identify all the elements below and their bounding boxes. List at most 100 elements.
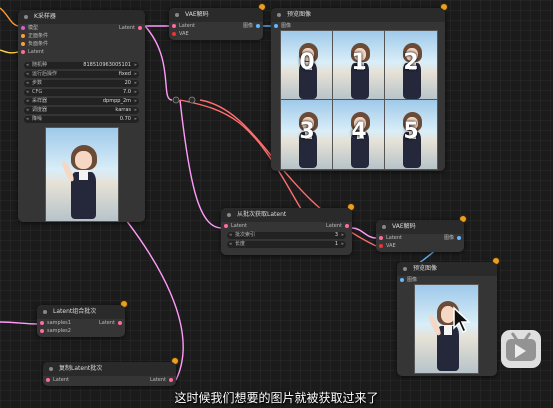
conditioning-pin-icon[interactable] [21,42,25,46]
preview-top-input-image[interactable]: 图像 [271,22,445,30]
collapse-dot-icon[interactable] [382,225,386,229]
latent-from-batch-header[interactable]: 从批次获取Latent [221,208,352,222]
collapse-dot-icon[interactable] [24,15,28,19]
vae-top-input-latent[interactable]: Latent [169,22,205,30]
preview-thumb-0[interactable]: 0 [280,30,334,101]
vae-decode-top-header[interactable]: VAE解码 [169,8,263,22]
latent-combine-title: Latent组合批次 [53,308,97,315]
latent-repeat-node[interactable]: 复制Latent批次 Latent Latent [43,358,178,386]
latent-pin-icon[interactable] [138,26,142,30]
from-batch-output-latent[interactable]: Latent [316,222,352,230]
collapse-dot-icon[interactable] [175,13,179,17]
latent-pin-icon[interactable] [21,50,25,54]
preview-thumb-1[interactable]: 1 [332,30,386,101]
latent-pin-icon[interactable] [345,224,349,228]
vae-top-output-image[interactable]: 图像 [233,22,263,30]
mouse-cursor-icon [453,306,471,334]
latent-from-batch-title: 从批次获取Latent [237,211,287,218]
ksampler-widget-steps[interactable]: 步数20 [24,80,139,87]
latent-pin-icon[interactable] [172,24,176,28]
from-batch-widget-length[interactable]: 长度1 [227,241,346,248]
vae-decode-top-node[interactable]: VAE解码 Latent VAE 图像 [169,4,265,40]
wire-combine-left [0,321,39,325]
ksampler-input-negative[interactable]: 负面条件 [18,40,58,48]
wire-frombatch-to-vae [351,227,377,239]
combine-input-samples2[interactable]: samples2 [37,327,81,335]
preview-top-header[interactable]: 预览图像 [271,8,445,22]
conditioning-pin-icon[interactable] [21,34,25,38]
vae-mid-input-vae[interactable]: VAE [376,242,406,250]
reroute-node-2 [188,96,196,104]
collapse-dot-icon[interactable] [227,213,231,217]
thumb-index: 2 [403,50,419,76]
wire-ksampler-to-reroute [144,25,173,101]
latent-repeat-title: 复制Latent批次 [59,365,103,372]
combine-input-samples1[interactable]: samples1 [37,319,81,327]
preview-mid-header[interactable]: 预览图像 [397,262,497,276]
latent-from-batch-node[interactable]: 从批次获取Latent Latent Latent 批次索引3 长度1 [221,204,354,255]
preview-mid-node[interactable]: 预览图像 图像 [397,258,499,376]
preview-mid-input-image[interactable]: 图像 [397,276,497,284]
preview-thumb-2[interactable]: 2 [384,30,438,101]
ksampler-widget-cfg[interactable]: CFG7.0 [24,89,139,96]
preview-thumb-4[interactable]: 4 [332,99,386,170]
collapse-dot-icon[interactable] [277,13,281,17]
vae-mid-input-latent[interactable]: Latent [376,234,412,242]
wire-left-yellow [0,49,19,54]
collapse-dot-icon[interactable] [403,267,407,271]
wire-left-orange [0,7,19,27]
ksampler-input-latent[interactable]: Latent [18,48,54,56]
vae-decode-mid-header[interactable]: VAE解码 [376,220,464,234]
preview-mid-title: 预览图像 [413,265,438,272]
latent-combine-node[interactable]: Latent组合批次 samples1 samples2 Latent [37,301,127,337]
ksampler-widget-control[interactable]: 运行后操作fixed [24,71,139,78]
combine-output-latent[interactable]: Latent [89,319,125,327]
image-pin-icon[interactable] [457,236,461,240]
model-pin-icon[interactable] [21,26,25,30]
ksampler-title: K采样器 [34,13,56,20]
vae-mid-output-image[interactable]: 图像 [434,234,464,242]
collapse-dot-icon[interactable] [43,310,47,314]
latent-combine-header[interactable]: Latent组合批次 [37,305,125,319]
wire-reroute-to-frombatch [179,99,223,229]
thumb-index: 5 [403,119,419,145]
latent-pin-icon[interactable] [40,321,44,325]
vae-pin-icon[interactable] [172,32,176,36]
image-pin-icon[interactable] [400,278,404,282]
vae-decode-mid-title: VAE解码 [392,223,416,230]
ksampler-widget-denoise[interactable]: 降噪0.70 [24,116,139,123]
repeat-output-latent[interactable]: Latent [140,376,176,384]
thumb-index: 3 [299,119,315,145]
preview-thumb-3[interactable]: 3 [280,99,334,170]
ksampler-output-latent[interactable]: Latent [109,24,145,32]
ksampler-widget-seed[interactable]: 随机种818510963005101 [24,62,139,69]
from-batch-input-latent[interactable]: Latent [221,222,257,230]
vae-decode-top-title: VAE解码 [185,11,209,18]
latent-pin-icon[interactable] [118,321,122,325]
vae-pin-icon[interactable] [379,244,383,248]
latent-repeat-header[interactable]: 复制Latent批次 [43,362,176,376]
preview-top-node[interactable]: 预览图像 图像 0 1 2 3 4 5 [271,4,447,171]
anime-girl-image [60,144,100,220]
latent-pin-icon[interactable] [40,329,44,333]
ksampler-preview-image [45,127,119,222]
image-pin-icon[interactable] [256,24,260,28]
ksampler-input-positive[interactable]: 正面条件 [18,32,58,40]
latent-pin-icon[interactable] [169,378,173,382]
wire-ksampler-to-repeat [109,199,184,381]
ksampler-widget-sampler[interactable]: 采样器dpmpp_2m [24,98,139,105]
latent-pin-icon[interactable] [379,236,383,240]
collapse-dot-icon[interactable] [49,367,53,371]
vae-top-input-vae[interactable]: VAE [169,30,199,38]
from-batch-widget-index[interactable]: 批次索引3 [227,232,346,239]
preview-thumb-5[interactable]: 5 [384,99,438,170]
ksampler-header[interactable]: K采样器 [18,10,145,24]
vae-decode-mid-node[interactable]: VAE解码 Latent VAE 图像 [376,216,466,252]
latent-pin-icon[interactable] [224,224,228,228]
ksampler-input-model[interactable]: 模型 [18,24,48,32]
ksampler-widget-scheduler[interactable]: 调度器karras [24,107,139,114]
latent-pin-icon[interactable] [46,378,50,382]
image-pin-icon[interactable] [274,24,278,28]
repeat-input-latent[interactable]: Latent [43,376,79,384]
ksampler-node[interactable]: K采样器 模型 正面条件 负面条件 Latent Latent 随机种81851… [18,10,145,222]
